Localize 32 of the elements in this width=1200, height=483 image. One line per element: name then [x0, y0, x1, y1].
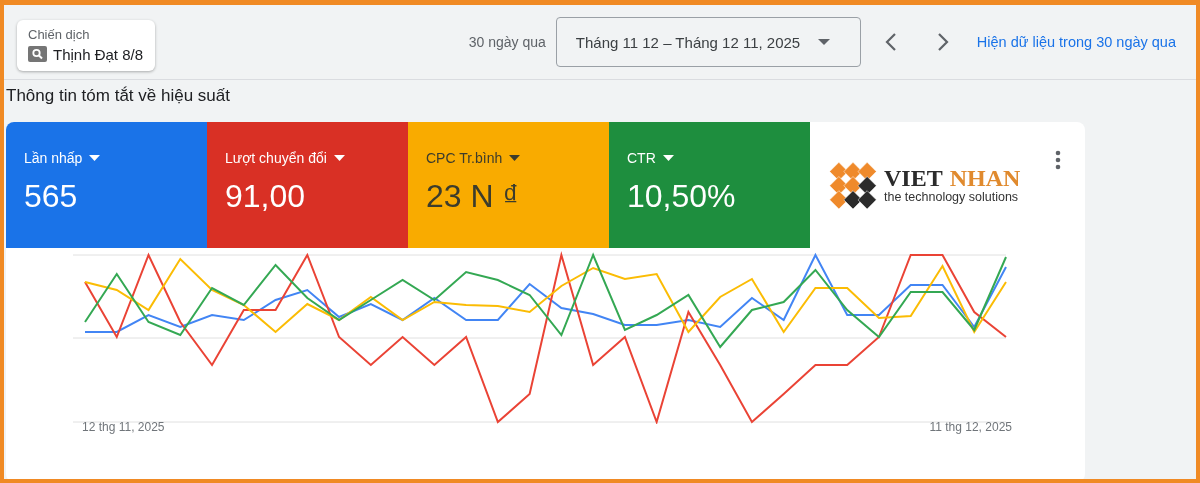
metric-tile[interactable]: Lượt chuyển đổi 91,00 [207, 122, 408, 248]
logo-wordmark: NHAN [949, 166, 1021, 190]
metric-label: Lần nhấp [24, 150, 83, 166]
metric-tile[interactable]: Lần nhấp 565 [6, 122, 207, 248]
metric-value: 23 N ₫ [426, 178, 520, 215]
axis-label: 12 thg 11, 2025 [82, 420, 165, 434]
logo-tagline: the technology solutions [884, 190, 1020, 204]
chevron-right-icon [936, 32, 949, 52]
date-preset-label: 30 ngày qua [468, 34, 546, 50]
metric-value: 565 [24, 178, 79, 215]
dropdown-caret-icon [662, 155, 674, 161]
metric-value: 91,00 [225, 178, 307, 215]
metric-label: CPC Tr.bình [426, 150, 503, 166]
more-vertical-icon [1055, 150, 1061, 170]
section-title: Thông tin tóm tắt về hiệu suất [5, 85, 231, 107]
date-range-dropdown[interactable]: Tháng 11 12 – Tháng 12 11, 2025 [555, 17, 861, 67]
dropdown-caret-icon [333, 155, 345, 161]
axis-label: 11 thg 12, 2025 [929, 420, 1012, 434]
dropdown-caret-icon [818, 39, 831, 45]
metric-label: Lượt chuyển đổi [225, 150, 327, 166]
metric-value: 10,50% [627, 178, 737, 215]
dropdown-caret-icon [509, 155, 521, 161]
metric-label: CTR [627, 150, 656, 166]
logo-wordmark: VIET [884, 166, 943, 190]
chevron-left-icon [884, 32, 897, 52]
more-options-button[interactable] [1055, 150, 1061, 170]
show-data-link[interactable]: Hiện dữ liệu trong 30 ngày qua [976, 34, 1176, 50]
campaign-selector[interactable]: Chiến dịch Thịnh Đạt 8/8 [17, 19, 156, 71]
search-icon [28, 46, 47, 62]
dropdown-caret-icon [89, 155, 101, 161]
metric-tile[interactable]: CPC Tr.bình 23 N ₫ [408, 122, 609, 248]
metric-tile[interactable]: CTR 10,50% [609, 122, 810, 248]
